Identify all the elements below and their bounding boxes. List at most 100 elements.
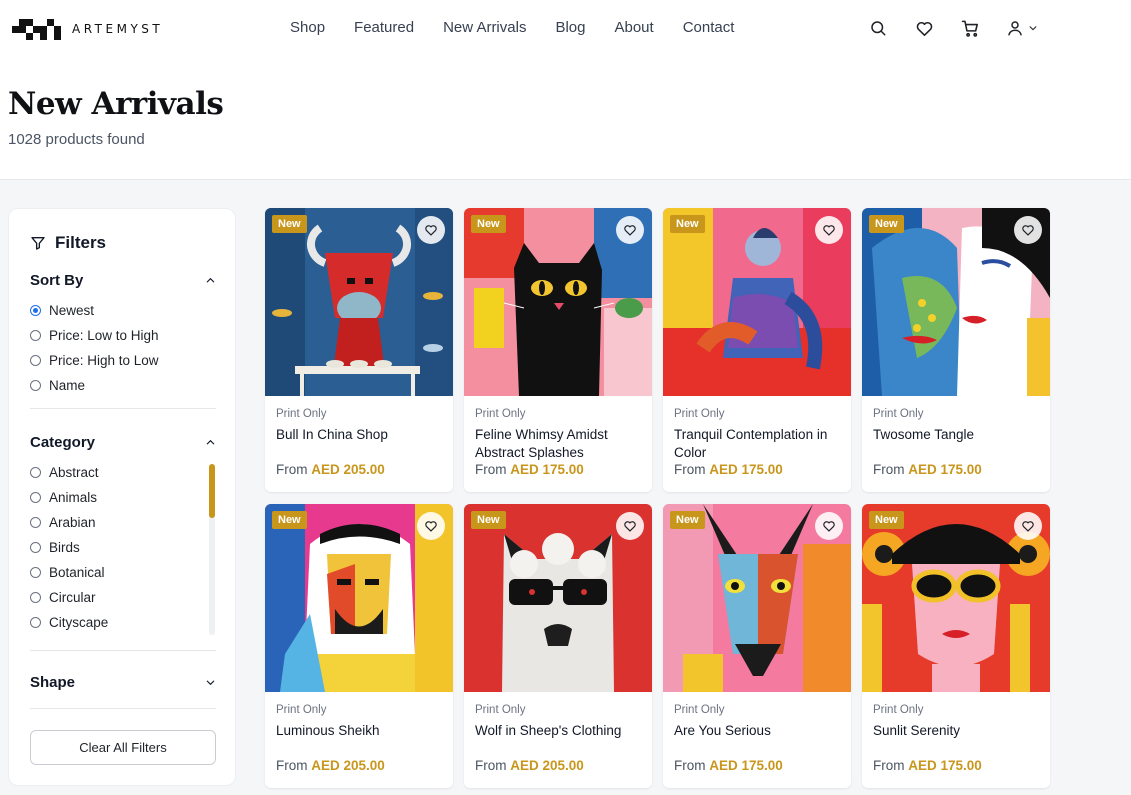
new-badge: New xyxy=(869,511,904,529)
page-title: New Arrivals xyxy=(8,86,224,122)
sort-option-label: Price: Low to High xyxy=(49,328,159,343)
search-icon[interactable] xyxy=(868,18,888,38)
shape-toggle[interactable]: Shape xyxy=(30,674,216,691)
price-prefix: From xyxy=(475,758,507,773)
product-price: From AED 205.00 xyxy=(276,462,385,477)
sort-by-toggle[interactable]: Sort By xyxy=(30,272,216,289)
heart-icon xyxy=(425,521,437,532)
product-price: From AED 205.00 xyxy=(475,758,584,773)
nav-featured[interactable]: Featured xyxy=(354,19,414,36)
chevron-up-icon xyxy=(206,439,215,445)
radio-button[interactable] xyxy=(30,542,41,553)
sort-option-price-low-high[interactable]: Price: Low to High xyxy=(30,328,159,343)
category-option-birds[interactable]: Birds xyxy=(30,540,80,555)
nav-about[interactable]: About xyxy=(614,19,653,36)
product-price: From AED 175.00 xyxy=(674,462,783,477)
wishlist-button[interactable] xyxy=(1014,216,1042,244)
wishlist-button[interactable] xyxy=(815,512,843,540)
product-name[interactable]: Wolf in Sheep's Clothing xyxy=(475,722,643,740)
divider xyxy=(30,650,216,651)
logo-mark-icon xyxy=(12,19,61,40)
product-card[interactable]: New Print Only Twosome Tangle From AED 1… xyxy=(862,208,1050,492)
product-type: Print Only xyxy=(475,704,526,716)
product-card[interactable]: New Print Only Sunlit Serenity From AED … xyxy=(862,504,1050,788)
logo-text: ARTEMYST xyxy=(72,22,164,36)
category-option-arabian[interactable]: Arabian xyxy=(30,515,96,530)
radio-button[interactable] xyxy=(30,517,41,528)
product-name[interactable]: Tranquil Contemplation in Color xyxy=(674,426,842,462)
clear-all-filters-button[interactable]: Clear All Filters xyxy=(30,730,216,765)
radio-button[interactable] xyxy=(30,567,41,578)
category-toggle[interactable]: Category xyxy=(30,434,216,451)
heart-icon[interactable] xyxy=(914,18,934,38)
product-name[interactable]: Are You Serious xyxy=(674,722,842,740)
account-menu[interactable] xyxy=(1006,19,1038,37)
radio-button[interactable] xyxy=(30,617,41,628)
category-option-circular[interactable]: Circular xyxy=(30,590,96,605)
product-type: Print Only xyxy=(873,408,924,420)
sort-option-label: Name xyxy=(49,378,86,393)
product-price: From AED 175.00 xyxy=(873,462,982,477)
product-name[interactable]: Twosome Tangle xyxy=(873,426,1041,444)
wishlist-button[interactable] xyxy=(1014,512,1042,540)
price-prefix: From xyxy=(276,758,308,773)
radio-button[interactable] xyxy=(30,492,41,503)
product-name[interactable]: Luminous Sheikh xyxy=(276,722,444,740)
nav-new-arrivals[interactable]: New Arrivals xyxy=(443,19,526,36)
divider xyxy=(30,708,216,709)
heart-icon xyxy=(624,521,636,532)
product-card[interactable]: New Print Only Feline Whimsy Amidst Abst… xyxy=(464,208,652,492)
price-value: AED 175.00 xyxy=(908,758,982,773)
radio-button[interactable] xyxy=(30,467,41,478)
wishlist-button[interactable] xyxy=(616,512,644,540)
category-option-cityscape[interactable]: Cityscape xyxy=(30,615,108,630)
product-name[interactable]: Bull In China Shop xyxy=(276,426,444,444)
radio-button[interactable] xyxy=(30,305,41,316)
price-prefix: From xyxy=(475,462,507,477)
price-value: AED 175.00 xyxy=(510,462,584,477)
heart-icon xyxy=(425,225,437,236)
product-price: From AED 175.00 xyxy=(475,462,584,477)
product-type: Print Only xyxy=(276,408,327,420)
radio-button[interactable] xyxy=(30,592,41,603)
radio-button[interactable] xyxy=(30,330,41,341)
heart-icon xyxy=(1022,521,1034,532)
radio-button[interactable] xyxy=(30,355,41,366)
new-badge: New xyxy=(670,215,705,233)
category-option-animals[interactable]: Animals xyxy=(30,490,97,505)
wishlist-button[interactable] xyxy=(815,216,843,244)
cart-icon[interactable] xyxy=(960,18,980,38)
sort-option-name[interactable]: Name xyxy=(30,378,85,393)
heart-icon xyxy=(823,225,835,236)
wishlist-button[interactable] xyxy=(417,216,445,244)
sort-option-newest[interactable]: Newest xyxy=(30,303,94,318)
product-card[interactable]: New Print Only Wolf in Sheep's Clothing … xyxy=(464,504,652,788)
product-card[interactable]: New Print Only Are You Serious From AED … xyxy=(663,504,851,788)
category-option-abstract[interactable]: Abstract xyxy=(30,465,99,480)
product-card[interactable]: New Print Only Luminous Sheikh From AED … xyxy=(265,504,453,788)
sort-option-price-high-low[interactable]: Price: High to Low xyxy=(30,353,159,368)
product-card[interactable]: New Print Only Bull In China Shop From A… xyxy=(265,208,453,492)
nav-contact[interactable]: Contact xyxy=(683,19,735,36)
heart-icon xyxy=(1022,225,1034,236)
category-scrollbar-thumb[interactable] xyxy=(209,464,215,518)
new-badge: New xyxy=(670,511,705,529)
product-name[interactable]: Feline Whimsy Amidst Abstract Splashes xyxy=(475,426,643,462)
logo[interactable]: ARTEMYST xyxy=(12,16,163,42)
filters-title: Filters xyxy=(55,233,107,252)
category-option-label: Cityscape xyxy=(49,615,109,630)
product-price: From AED 175.00 xyxy=(873,758,982,773)
radio-button[interactable] xyxy=(30,380,41,391)
nav-blog[interactable]: Blog xyxy=(555,19,585,36)
category-option-label: Circular xyxy=(49,590,96,605)
wishlist-button[interactable] xyxy=(616,216,644,244)
sort-option-label: Newest xyxy=(49,303,95,318)
sort-option-label: Price: High to Low xyxy=(49,353,159,368)
product-card[interactable]: New Print Only Tranquil Contemplation in… xyxy=(663,208,851,492)
nav-shop[interactable]: Shop xyxy=(290,19,325,36)
product-name[interactable]: Sunlit Serenity xyxy=(873,722,1041,740)
category-option-botanical[interactable]: Botanical xyxy=(30,565,105,580)
price-value: AED 205.00 xyxy=(311,462,385,477)
category-option-label: Animals xyxy=(49,490,98,505)
wishlist-button[interactable] xyxy=(417,512,445,540)
